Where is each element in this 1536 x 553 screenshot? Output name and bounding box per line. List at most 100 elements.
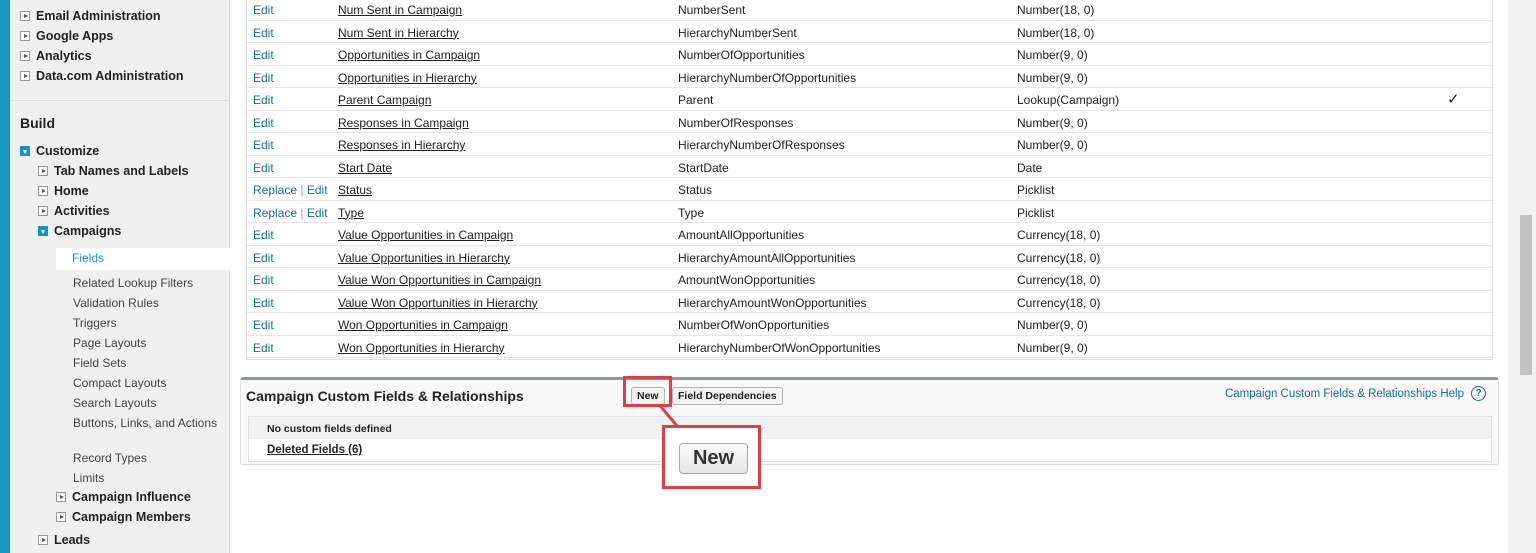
edit-link[interactable]: Edit	[253, 134, 274, 156]
field-label-link[interactable]: Num Sent in Campaign	[338, 0, 462, 21]
sidebar-item[interactable]: Google Apps	[20, 26, 113, 46]
field-label-link[interactable]: Type	[338, 202, 364, 224]
sidebar-subitem[interactable]: Buttons, Links, and Actions	[73, 416, 223, 436]
table-row: Edit Won Opportunities in Campaign NumberO…	[247, 313, 1492, 336]
sidebar-item-leads[interactable]: Leads	[38, 530, 90, 550]
sidebar-item[interactable]: Email Administration	[20, 6, 161, 26]
field-label-link[interactable]: Won Opportunities in Hierarchy	[338, 337, 505, 359]
field-api-name: AmountWonOpportunities	[678, 273, 816, 287]
edit-link[interactable]: Edit	[307, 183, 328, 197]
sidebar-subitem[interactable]: Search Layouts	[73, 396, 223, 416]
check-icon: ✓	[1447, 91, 1460, 108]
edit-link[interactable]: Edit	[253, 337, 274, 359]
sidebar-subitem[interactable]: Triggers	[73, 316, 223, 336]
edit-link[interactable]: Edit	[253, 292, 274, 314]
table-row: Edit Responses in Hierarchy HierarchyNumbe…	[247, 133, 1492, 156]
sidebar-subitem[interactable]: Validation Rules	[73, 296, 223, 316]
field-api-name: Status	[678, 183, 713, 197]
edit-link[interactable]: Edit	[253, 247, 274, 269]
edit-link[interactable]: Edit	[253, 0, 274, 21]
deleted-fields-link[interactable]: Deleted Fields (6)	[267, 444, 362, 456]
field-label-link[interactable]: Start Date	[338, 157, 392, 179]
sidebar-item[interactable]: Home	[38, 181, 89, 201]
table-row: Replace | Edit Status Status Picklist	[247, 178, 1492, 201]
highlight-box	[623, 376, 672, 407]
action-links[interactable]: Replace | Edit	[253, 202, 328, 224]
sidebar-item[interactable]: Activities	[38, 201, 110, 221]
table-row: Edit Won Opportunities in Hierarchy Hierar…	[247, 336, 1492, 359]
edit-link[interactable]: Edit	[253, 224, 274, 246]
field-label-link[interactable]: Num Sent in Hierarchy	[338, 22, 459, 44]
left-accent-bar	[0, 0, 10, 553]
sidebar-subitem[interactable]: Record Types	[73, 451, 223, 471]
field-api-name: Parent	[678, 93, 714, 107]
custom-fields-list: No custom fields defined Deleted Fields …	[248, 416, 1492, 462]
edit-link[interactable]: Edit	[253, 157, 274, 179]
sidebar-item[interactable]: Data.com Administration	[20, 66, 183, 86]
help-link[interactable]: Campaign Custom Fields & Relationships H…	[1225, 388, 1464, 400]
sidebar-subitem[interactable]: Related Lookup Filters	[73, 276, 223, 296]
edit-link[interactable]: Edit	[253, 314, 274, 336]
replace-link[interactable]: Replace	[253, 206, 297, 220]
sidebar-item-campaigns[interactable]: Campaigns	[38, 221, 121, 241]
sidebar-subitem[interactable]: Page Layouts	[73, 336, 223, 356]
table-row: Edit Opportunities in Hierarchy HierarchyN…	[247, 66, 1492, 89]
field-label-link[interactable]: Status	[338, 179, 372, 201]
separator: |	[300, 183, 304, 197]
callout-zoom: New	[662, 425, 761, 489]
field-type: Currency(18, 0)	[1017, 295, 1101, 310]
field-label-link[interactable]: Value Opportunities in Hierarchy	[338, 247, 510, 269]
action-links[interactable]: Replace | Edit	[253, 179, 328, 201]
sidebar-item-customize[interactable]: Customize	[20, 141, 99, 161]
field-dependencies-button[interactable]: Field Dependencies	[672, 387, 783, 405]
field-api-name: NumberOfWonOpportunities	[678, 318, 830, 332]
field-label-link[interactable]: Responses in Campaign	[338, 112, 469, 134]
field-type: Currency(18, 0)	[1017, 228, 1101, 242]
table-row: Edit Value Opportunities in Campaign Amoun…	[247, 223, 1492, 246]
help-icon[interactable]: ?	[1471, 386, 1486, 401]
field-type: Lookup(Campaign)	[1017, 93, 1120, 107]
setup-sidebar: Email Administration Google Apps Analytics…	[10, 0, 240, 553]
expand-icon	[20, 71, 30, 81]
sidebar-item[interactable]: Campaign Influence	[56, 487, 191, 507]
scrollbar-thumb[interactable]	[1520, 215, 1532, 375]
table-row: Replace | Edit Type Type Picklist	[247, 201, 1492, 224]
sidebar-subitem[interactable]: Field Sets	[73, 356, 223, 376]
field-label-link[interactable]: Parent Campaign	[338, 89, 431, 111]
field-type: Number(9, 0)	[1017, 318, 1088, 332]
sidebar-item[interactable]: Tab Names and Labels	[38, 161, 189, 181]
field-label-link[interactable]: Won Opportunities in Campaign	[338, 314, 508, 336]
field-api-name: HierarchyAmountAllOpportunities	[678, 250, 856, 265]
field-label-link[interactable]: Responses in Hierarchy	[338, 134, 465, 156]
sidebar-item[interactable]: Campaign Members	[56, 507, 191, 527]
field-type: Number(18, 0)	[1017, 25, 1095, 40]
field-type: Number(9, 0)	[1017, 48, 1088, 62]
field-label-link[interactable]: Value Opportunities in Campaign	[338, 224, 513, 246]
standard-fields-table: Edit Num Sent in Campaign NumberSent Number…	[246, 0, 1493, 360]
sidebar-subitem[interactable]: Compact Layouts	[73, 376, 223, 396]
expand-icon	[20, 51, 30, 61]
edit-link[interactable]: Edit	[253, 269, 274, 291]
edit-link[interactable]: Edit	[253, 67, 274, 89]
empty-message: No custom fields defined	[249, 417, 1491, 439]
field-type: Number(18, 0)	[1017, 3, 1095, 17]
field-type: Picklist	[1017, 183, 1055, 197]
table-row: Edit Opportunities in Campaign NumberOfOpp…	[247, 43, 1492, 66]
sidebar-subitem[interactable]: Fields	[72, 251, 222, 271]
scrollbar[interactable]	[1508, 0, 1536, 553]
field-label-link[interactable]: Opportunities in Campaign	[338, 44, 480, 66]
sidebar-item[interactable]: Analytics	[20, 46, 92, 66]
custom-fields-panel: Campaign Custom Fields & Relationships N…	[240, 377, 1499, 465]
expand-icon	[38, 166, 48, 176]
table-row: Edit Responses in Campaign NumberOfRespons…	[247, 111, 1492, 134]
field-label-link[interactable]: Value Won Opportunities in Hierarchy	[338, 292, 538, 314]
edit-link[interactable]: Edit	[253, 112, 274, 134]
edit-link[interactable]: Edit	[307, 206, 328, 220]
edit-link[interactable]: Edit	[253, 44, 274, 66]
field-label-link[interactable]: Value Won Opportunities in Campaign	[338, 269, 541, 291]
new-button-zoomed: New	[679, 443, 748, 474]
replace-link[interactable]: Replace	[253, 183, 297, 197]
edit-link[interactable]: Edit	[253, 22, 274, 44]
edit-link[interactable]: Edit	[253, 89, 274, 111]
field-label-link[interactable]: Opportunities in Hierarchy	[338, 67, 477, 89]
